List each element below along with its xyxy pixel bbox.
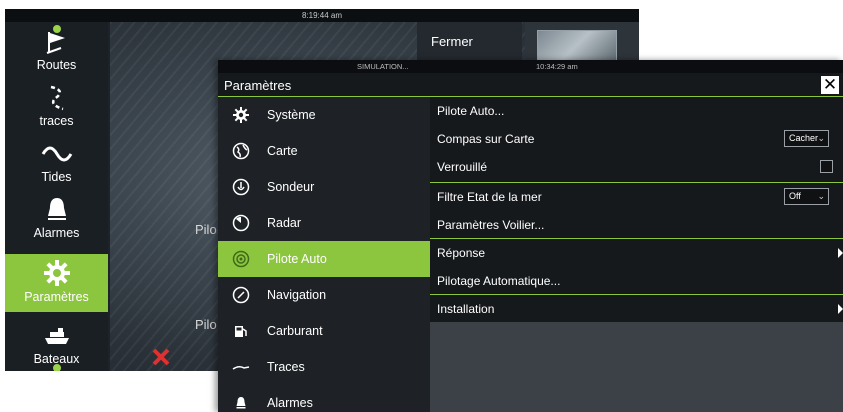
setting-verrouille[interactable]: Verrouillé <box>430 153 843 181</box>
setting-pilotage-automatique[interactable]: Pilotage Automatique... <box>430 267 843 295</box>
vessels-icon <box>45 328 69 344</box>
sidebar-label: Routes <box>36 58 77 72</box>
settings-dialog: SIMULATION... 10:34:29 am Paramètres ✕ S… <box>218 60 843 412</box>
menu-item-radar[interactable]: Radar <box>218 205 430 241</box>
setting-label: Pilote Auto... <box>437 104 505 118</box>
menu-item-label: Carburant <box>267 324 323 338</box>
background-pilot-label-1: Pilo <box>195 222 217 237</box>
menu-item-traces[interactable]: Traces <box>218 349 430 385</box>
setting-compas-sur-carte[interactable]: Compas sur Carte Cacher ⌄ <box>430 125 843 153</box>
globe-icon <box>232 142 250 160</box>
setting-reponse[interactable]: Réponse <box>430 239 843 267</box>
status-led <box>53 25 61 33</box>
compass-icon <box>232 286 250 304</box>
settings-content: Pilote Auto... Compas sur Carte Cacher ⌄… <box>430 97 843 412</box>
background-status-bar: 8:19:44 am <box>5 9 639 22</box>
status-led <box>53 364 61 371</box>
menu-item-navigation[interactable]: Navigation <box>218 277 430 313</box>
trail-icon <box>232 365 250 370</box>
sidebar-label: Paramètres <box>24 290 89 304</box>
compas-select[interactable]: Cacher ⌄ <box>784 130 829 147</box>
setting-filtre-etat-mer[interactable]: Filtre Etat de la mer Off ⌄ <box>430 183 843 211</box>
setting-label: Réponse <box>437 246 486 260</box>
sidebar-item-vessels[interactable]: Bateaux <box>5 316 108 371</box>
sonar-icon <box>232 178 250 196</box>
dialog-status-time: 10:34:29 am <box>536 62 578 71</box>
menu-item-alarmes[interactable]: Alarmes <box>218 385 430 412</box>
setting-parametres-voilier[interactable]: Paramètres Voilier... <box>430 211 843 239</box>
background-pilot-label-2: Pilo <box>195 317 217 332</box>
alarm-bell-icon <box>48 198 66 220</box>
tides-icon <box>41 146 73 162</box>
sidebar-item-settings[interactable]: Paramètres <box>5 254 108 312</box>
chevron-down-icon: ⌄ <box>817 191 825 201</box>
menu-item-sondeur[interactable]: Sondeur <box>218 169 430 205</box>
close-button[interactable]: ✕ <box>821 76 839 94</box>
setting-label: Installation <box>437 302 495 316</box>
menu-item-label: Alarmes <box>267 396 313 410</box>
fermer-button[interactable]: Fermer <box>417 22 522 62</box>
fuel-pump-icon <box>235 326 247 337</box>
setting-label: Verrouillé <box>437 160 488 174</box>
menu-item-label: Carte <box>267 144 298 158</box>
menu-item-label: Traces <box>267 360 305 374</box>
sidebar-item-traces[interactable]: traces <box>5 78 108 134</box>
setting-pilote-auto[interactable]: Pilote Auto... <box>430 97 843 125</box>
menu-item-pilote-auto[interactable]: Pilote Auto <box>218 241 430 277</box>
menu-item-label: Navigation <box>267 288 327 302</box>
sidebar-label: traces <box>39 114 74 128</box>
dialog-title: Paramètres <box>224 78 292 93</box>
traces-icon <box>50 85 64 111</box>
menu-item-label: Pilote Auto <box>267 252 327 266</box>
menu-item-label: Sondeur <box>267 180 315 194</box>
setting-label: Paramètres Voilier... <box>437 218 545 232</box>
settings-menu: Système Carte Sondeur Radar Pilote Auto … <box>218 97 430 412</box>
menu-item-label: Système <box>267 108 316 122</box>
sidebar-item-alarms[interactable]: Alarmes <box>5 190 108 246</box>
chevron-down-icon: ⌄ <box>817 133 825 143</box>
simulation-indicator: SIMULATION... <box>357 62 409 71</box>
menu-item-carburant[interactable]: Carburant <box>218 313 430 349</box>
alarm-bell-icon <box>236 397 246 409</box>
dialog-title-bar: Paramètres ✕ <box>218 73 843 97</box>
chevron-right-icon <box>838 248 843 258</box>
setting-label: Pilotage Automatique... <box>437 274 561 288</box>
menu-item-label: Radar <box>267 216 302 230</box>
background-status-time: 8:19:44 am <box>301 11 343 20</box>
verrouille-checkbox[interactable] <box>820 160 833 173</box>
delete-x-icon[interactable] <box>151 347 171 367</box>
setting-installation[interactable]: Installation <box>430 295 843 323</box>
setting-label: Compas sur Carte <box>437 132 535 146</box>
sidebar-label: Alarmes <box>33 226 80 240</box>
radar-icon <box>232 214 250 232</box>
autopilot-icon <box>232 250 250 268</box>
menu-item-systeme[interactable]: Système <box>218 97 430 133</box>
sidebar-label: Tides <box>41 170 72 184</box>
gear-icon <box>44 260 70 286</box>
dialog-status-bar: SIMULATION... 10:34:29 am <box>218 60 843 73</box>
filtre-select[interactable]: Off ⌄ <box>784 188 829 205</box>
gear-icon <box>233 107 249 123</box>
filtre-select-value: Off <box>789 191 801 201</box>
chevron-right-icon <box>838 304 843 314</box>
settings-list: Pilote Auto... Compas sur Carte Cacher ⌄… <box>430 97 843 322</box>
menu-item-carte[interactable]: Carte <box>218 133 430 169</box>
setting-label: Filtre Etat de la mer <box>437 190 542 204</box>
background-sidebar: Routes traces Tides Alarmes Paramètres B… <box>5 22 108 371</box>
sidebar-item-tides[interactable]: Tides <box>5 134 108 190</box>
compas-select-value: Cacher <box>789 133 819 143</box>
